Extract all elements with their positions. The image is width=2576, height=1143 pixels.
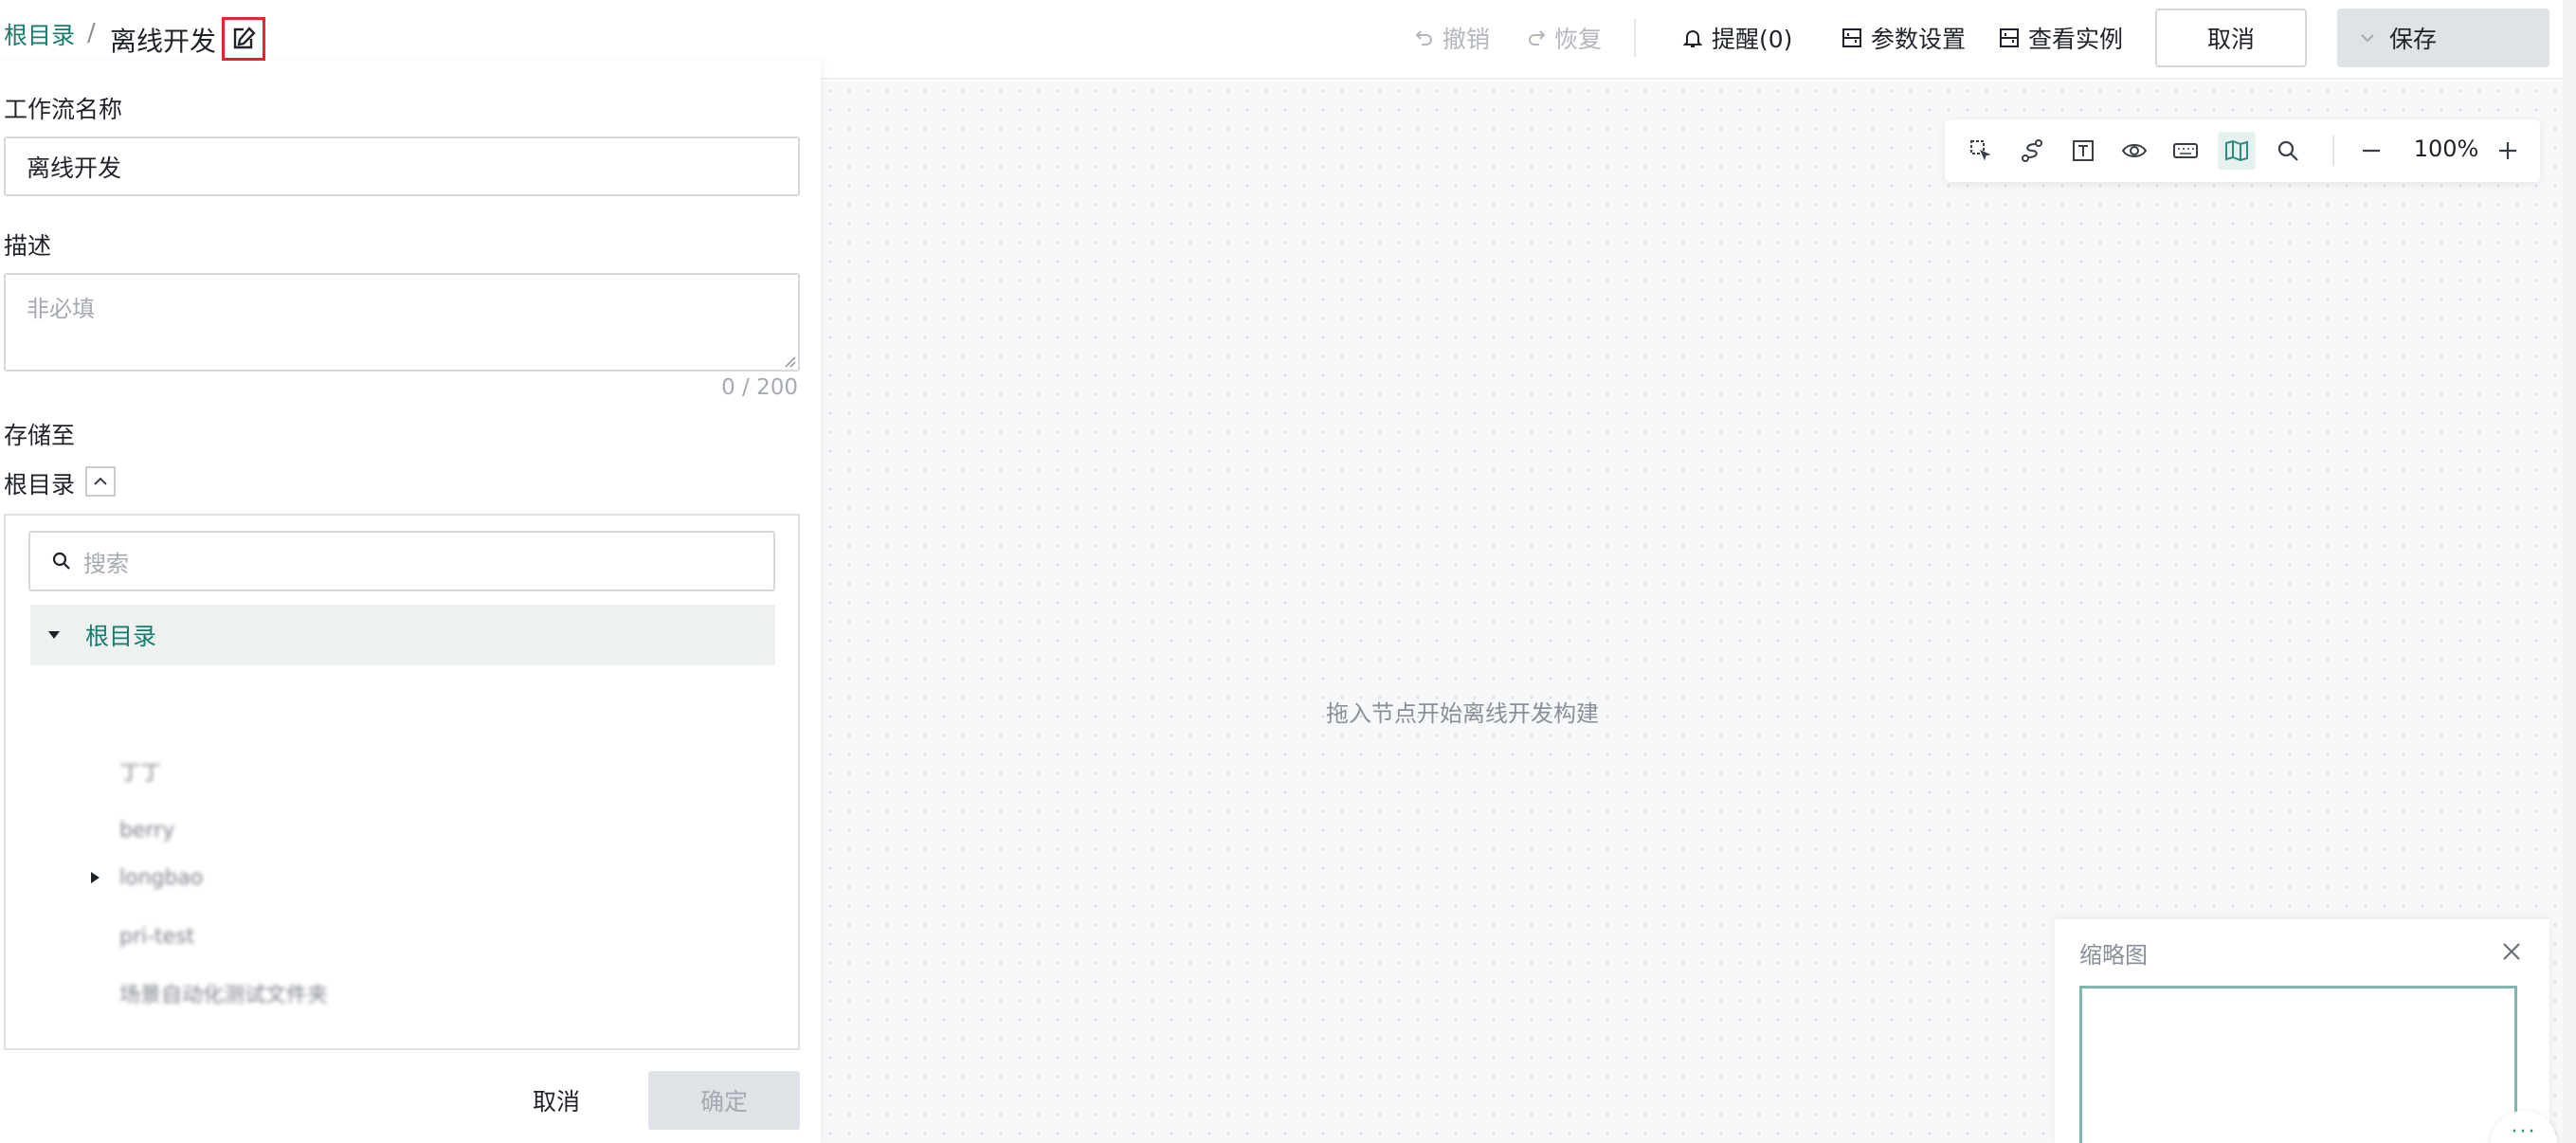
undo-label: 撤销	[1442, 26, 1491, 53]
tree-node-label: berry	[119, 818, 175, 843]
name-label: 工作流名称	[4, 96, 123, 123]
cancel-button[interactable]: 取消	[2155, 9, 2307, 67]
tree-node-label: 丁丁	[119, 762, 162, 786]
desc-label: 描述	[4, 232, 52, 260]
tree-root-label: 根目录	[85, 623, 157, 650]
search-placeholder: 搜索	[83, 550, 129, 577]
tree-node[interactable]: 丁丁	[119, 753, 161, 790]
folder-tree: 搜索 根目录 丁丁 berry longbao pri-test 场景自动化测试…	[4, 514, 800, 1050]
bell-icon	[1682, 30, 1703, 47]
workflow-title: 离线开发	[110, 26, 217, 57]
edit-icon	[233, 27, 256, 49]
param-settings-label: 参数设置	[1871, 26, 1967, 53]
minimap-title: 缩略图	[2079, 942, 2148, 969]
reminder-button[interactable]: 提醒(0)	[1681, 21, 1792, 55]
breadcrumb-separator: /	[87, 19, 96, 47]
view-instances-button[interactable]: 查看实例	[1998, 21, 2123, 55]
tree-node-label: 场景自动化测试文件夹	[119, 984, 329, 1007]
collapse-toggle[interactable]	[85, 466, 116, 497]
zoom-level: 100%	[2413, 136, 2479, 162]
redo-label: 恢复	[1554, 26, 1603, 53]
zoom-in-icon[interactable]	[2489, 132, 2527, 170]
description-placeholder: 非必填	[27, 296, 95, 322]
undo-button[interactable]: 撤销	[1414, 21, 1490, 55]
close-icon[interactable]	[2494, 934, 2529, 969]
text-icon[interactable]	[2064, 132, 2102, 170]
resize-handle-icon[interactable]	[783, 354, 796, 368]
keyboard-icon[interactable]	[2167, 132, 2204, 170]
tree-node-root[interactable]: 根目录	[30, 605, 775, 665]
redo-button[interactable]: 恢复	[1526, 21, 1602, 55]
save-label: 保存	[2388, 26, 2437, 53]
folder-search-input[interactable]: 搜索	[28, 531, 775, 591]
confirm-button[interactable]: 确定	[648, 1071, 800, 1130]
panel-cancel-button[interactable]: 取消	[493, 1071, 620, 1130]
tree-node-label: longbao	[119, 865, 204, 890]
map-icon[interactable]	[2218, 132, 2256, 170]
storage-location: 根目录	[4, 471, 76, 499]
workflow-editor: 拖入节点开始离线开发构建 100% 缩略图 ··· 根目录 / 离线开发 撤销 …	[0, 0, 2576, 1143]
canvas-hint: 拖入节点开始离线开发构建	[1326, 700, 1599, 727]
tree-node[interactable]: berry	[119, 811, 174, 849]
undo-icon	[1415, 30, 1432, 45]
redo-icon	[1529, 30, 1546, 45]
toolbar-divider	[2332, 136, 2334, 166]
workflow-name-input[interactable]: 离线开发	[4, 136, 800, 196]
tree-node[interactable]: pri-test	[119, 917, 194, 955]
edit-name-button[interactable]	[222, 17, 265, 61]
reminder-label: 提醒(0)	[1712, 26, 1793, 53]
tree-node-label: pri-test	[119, 924, 195, 949]
instances-icon	[2000, 28, 2019, 47]
tree-node[interactable]: 场景自动化测试文件夹	[119, 974, 328, 1012]
rename-panel: 工作流名称 离线开发 描述 非必填 0 / 200 存储至 根目录 搜索 根目录	[0, 61, 821, 1143]
param-settings-button[interactable]: 参数设置	[1841, 21, 1966, 55]
search-icon[interactable]	[2269, 132, 2307, 170]
canvas-toolbar: 100%	[1945, 119, 2540, 182]
minimap-viewport[interactable]	[2079, 986, 2517, 1143]
caret-down-icon[interactable]	[45, 626, 63, 644]
zoom-out-icon[interactable]	[2352, 132, 2390, 170]
eye-icon[interactable]	[2115, 132, 2153, 170]
breadcrumb-root[interactable]: 根目录	[4, 17, 75, 51]
chevron-up-icon	[94, 477, 107, 485]
description-counter: 0 / 200	[721, 375, 798, 400]
settings-panel-icon	[1842, 28, 1861, 47]
minimap-panel: 缩略图	[2055, 919, 2549, 1143]
storage-label: 存储至	[4, 422, 76, 449]
search-icon	[52, 552, 70, 570]
description-textarea[interactable]: 非必填	[4, 273, 800, 372]
caret-right-icon[interactable]	[87, 870, 102, 885]
select-area-icon[interactable]	[1962, 132, 2000, 170]
header-divider	[1634, 19, 1636, 57]
save-button[interactable]: 保存	[2337, 9, 2549, 67]
view-instances-label: 查看实例	[2028, 26, 2124, 53]
connect-icon[interactable]	[2013, 132, 2051, 170]
tree-node[interactable]: longbao	[119, 859, 203, 897]
window-edge	[2563, 0, 2576, 1143]
